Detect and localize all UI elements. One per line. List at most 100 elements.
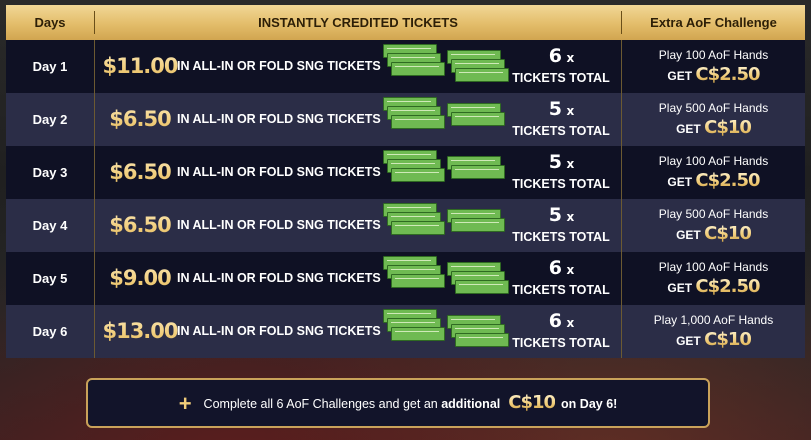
column-divider [94, 305, 95, 358]
ticket-description: IN ALL-IN OR FOLD SNG TICKETS [177, 112, 381, 126]
ticket-description: IN ALL-IN OR FOLD SNG TICKETS [177, 271, 381, 285]
challenge-get-label: GET [676, 122, 701, 136]
challenge-reward: C$2.50 [695, 276, 760, 297]
challenge-cell: Play 100 AoF Hands GET C$2.50 [622, 252, 805, 305]
ticket-count-times: x [566, 316, 575, 330]
challenge-requirement: Play 100 AoF Hands [658, 48, 769, 62]
challenge-reward: C$2.50 [695, 170, 760, 191]
ticket-count: 6 x TICKETS TOTAL [511, 40, 611, 93]
challenge-requirement: Play 1,000 AoF Hands [653, 313, 774, 327]
ticket-count-number: 5 [548, 98, 562, 120]
banner-amount: C$10 [508, 392, 556, 413]
ticket-amount: $6.50 [98, 93, 182, 146]
challenge-cell: Play 500 AoF Hands GET C$10 [622, 93, 805, 146]
challenge-get-label: GET [676, 228, 701, 242]
table-row: Day 3 $6.50 IN ALL-IN OR FOLD SNG TICKET… [6, 146, 805, 199]
tickets-total-label: TICKETS TOTAL [512, 177, 610, 191]
challenge-requirement: Play 100 AoF Hands [658, 260, 769, 274]
challenge-get-label: GET [667, 69, 693, 83]
column-divider [94, 93, 95, 146]
header-days: Days [34, 15, 66, 30]
column-divider [94, 40, 95, 93]
ticket-icon [391, 115, 445, 129]
ticket-icon [451, 165, 505, 179]
ticket-count-number: 5 [548, 151, 562, 173]
ticket-stack-icon [379, 199, 507, 252]
ticket-count-times: x [566, 210, 575, 224]
day-label: Day 1 [32, 59, 68, 74]
column-divider [94, 252, 95, 305]
ticket-count-times: x [566, 263, 575, 277]
ticket-stack-icon [379, 252, 509, 305]
challenge-cell: Play 1,000 AoF Hands GET C$10 [622, 305, 805, 358]
ticket-amount: $11.00 [98, 40, 182, 93]
challenge-cell: Play 100 AoF Hands GET C$2.50 [622, 146, 805, 199]
ticket-icon [455, 333, 509, 347]
header-instant-tickets: INSTANTLY CREDITED TICKETS [258, 15, 458, 30]
ticket-description: IN ALL-IN OR FOLD SNG TICKETS [177, 218, 381, 232]
tickets-total-label: TICKETS TOTAL [512, 336, 610, 350]
banner-bold-text: additional [441, 397, 501, 411]
banner-text-end: on Day 6! [561, 397, 618, 411]
header-extra-challenge: Extra AoF Challenge [650, 15, 777, 30]
ticket-icon [391, 274, 445, 288]
ticket-stack-icon [379, 40, 509, 93]
challenge-requirement: Play 500 AoF Hands [658, 101, 769, 115]
ticket-icon [391, 62, 445, 76]
plus-icon: + [178, 391, 192, 416]
column-divider [94, 199, 95, 252]
ticket-count-times: x [566, 104, 575, 118]
bonus-banner: + Complete all 6 AoF Challenges and get a… [86, 378, 710, 428]
tickets-total-label: TICKETS TOTAL [512, 71, 610, 85]
challenge-reward: C$2.50 [695, 64, 760, 85]
day-label: Day 2 [32, 112, 68, 127]
ticket-count-number: 6 [548, 257, 562, 279]
day-label: Day 5 [32, 271, 68, 286]
challenge-requirement: Play 100 AoF Hands [658, 154, 769, 168]
ticket-icon [391, 168, 445, 182]
ticket-description: IN ALL-IN OR FOLD SNG TICKETS [177, 59, 381, 73]
ticket-count-times: x [566, 157, 575, 171]
day-label: Day 4 [32, 218, 68, 233]
table-row: Day 1 $11.00 IN ALL-IN OR FOLD SNG TICKE… [6, 40, 805, 93]
ticket-icon [451, 112, 505, 126]
table-row: Day 5 $9.00 IN ALL-IN OR FOLD SNG TICKET… [6, 252, 805, 305]
ticket-count-times: x [566, 51, 575, 65]
column-divider [94, 146, 95, 199]
ticket-amount: $6.50 [98, 146, 182, 199]
ticket-count: 6 x TICKETS TOTAL [511, 252, 611, 305]
challenge-cell: Play 100 AoF Hands GET C$2.50 [622, 40, 805, 93]
challenge-requirement: Play 500 AoF Hands [658, 207, 769, 221]
tickets-total-label: TICKETS TOTAL [512, 283, 610, 297]
ticket-icon [391, 327, 445, 341]
ticket-count-number: 6 [548, 45, 562, 67]
challenge-cell: Play 500 AoF Hands GET C$10 [622, 199, 805, 252]
tickets-total-label: TICKETS TOTAL [512, 124, 610, 138]
ticket-amount: $9.00 [98, 252, 182, 305]
challenge-get-label: GET [676, 334, 701, 348]
ticket-icon [451, 218, 505, 232]
challenge-reward: C$10 [704, 117, 752, 138]
table-row: Day 2 $6.50 IN ALL-IN OR FOLD SNG TICKET… [6, 93, 805, 146]
ticket-icon [455, 68, 509, 82]
ticket-amount: $13.00 [98, 305, 182, 358]
tickets-total-label: TICKETS TOTAL [512, 230, 610, 244]
ticket-stack-icon [379, 146, 507, 199]
promo-table: Days INSTANTLY CREDITED TICKETS Extra Ao… [6, 5, 805, 365]
ticket-icon [391, 221, 445, 235]
ticket-count: 5 x TICKETS TOTAL [511, 93, 611, 146]
ticket-count: 6 x TICKETS TOTAL [511, 305, 611, 358]
ticket-count: 5 x TICKETS TOTAL [511, 199, 611, 252]
day-label: Day 6 [32, 324, 68, 339]
table-header: Days INSTANTLY CREDITED TICKETS Extra Ao… [6, 5, 805, 40]
ticket-count-number: 6 [548, 310, 562, 332]
challenge-get-label: GET [667, 281, 693, 295]
challenge-reward: C$10 [704, 329, 752, 350]
challenge-get-label: GET [667, 175, 693, 189]
banner-text: Complete all 6 AoF Challenges and get an [203, 397, 438, 411]
ticket-description: IN ALL-IN OR FOLD SNG TICKETS [177, 165, 381, 179]
ticket-amount: $6.50 [98, 199, 182, 252]
ticket-stack-icon [379, 305, 509, 358]
ticket-stack-icon [379, 93, 507, 146]
ticket-icon [455, 280, 509, 294]
